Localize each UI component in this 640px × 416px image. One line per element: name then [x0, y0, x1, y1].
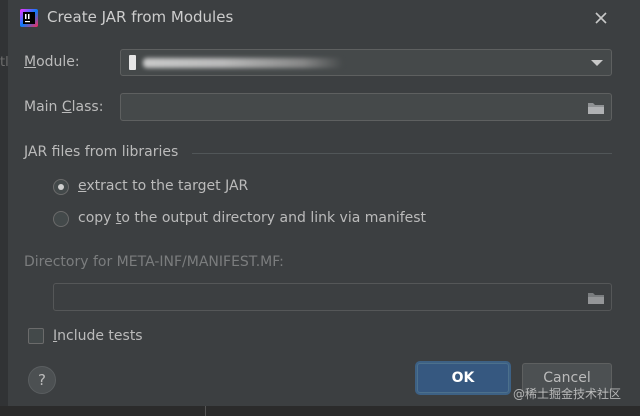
- main-class-label-pre: Main: [24, 99, 62, 115]
- title-bar: Create JAR from Modules: [8, 0, 640, 36]
- manifest-directory-label: Directory for META-INF/MANIFEST.MF:: [24, 254, 284, 270]
- module-icon: [129, 55, 136, 70]
- main-class-label: Main Class:: [24, 99, 103, 115]
- radio-copy-text: o the output directory and link via mani…: [121, 210, 427, 226]
- module-combobox[interactable]: [120, 49, 612, 76]
- section-divider: [192, 153, 612, 154]
- folder-icon[interactable]: [587, 101, 605, 115]
- dialog-title: Create JAR from Modules: [47, 8, 234, 26]
- main-class-field[interactable]: [120, 93, 612, 121]
- folder-icon: [588, 293, 604, 304]
- intellij-idea-icon: [20, 9, 38, 27]
- module-value-redacted: [129, 55, 349, 71]
- module-label: Module:: [24, 54, 80, 70]
- background-status-strip: [0, 406, 640, 416]
- background-divider: [205, 406, 206, 416]
- radio-copy[interactable]: [53, 211, 69, 227]
- radio-copy-pre: copy: [78, 210, 116, 226]
- jar-files-section-title: JAR files from libraries: [24, 144, 179, 160]
- radio-extract-label[interactable]: extract to the target JAR: [78, 178, 248, 194]
- include-tests-text: nclude tests: [57, 328, 143, 344]
- include-tests-label[interactable]: Include tests: [53, 328, 143, 344]
- help-button[interactable]: ?: [28, 366, 56, 394]
- radio-extract[interactable]: [53, 179, 69, 195]
- chevron-down-icon[interactable]: [591, 60, 603, 66]
- module-label-text: odule:: [36, 54, 80, 70]
- module-name-blurred: [143, 58, 343, 68]
- ok-button[interactable]: OK: [417, 363, 509, 393]
- create-jar-dialog: Create JAR from Modules Module: Main Cla…: [8, 0, 640, 406]
- module-label-mnemonic: M: [24, 54, 37, 70]
- close-icon[interactable]: [592, 9, 610, 27]
- main-class-label-mnemonic: C: [61, 99, 72, 115]
- radio-extract-text: xtract to the target JAR: [86, 178, 249, 194]
- include-tests-checkbox[interactable]: [28, 328, 44, 344]
- watermark: @稀土掘金技术社区: [513, 387, 622, 401]
- main-class-label-post: lass:: [71, 99, 104, 115]
- manifest-directory-field: [53, 283, 612, 311]
- radio-copy-label[interactable]: copy to the output directory and link vi…: [78, 210, 426, 226]
